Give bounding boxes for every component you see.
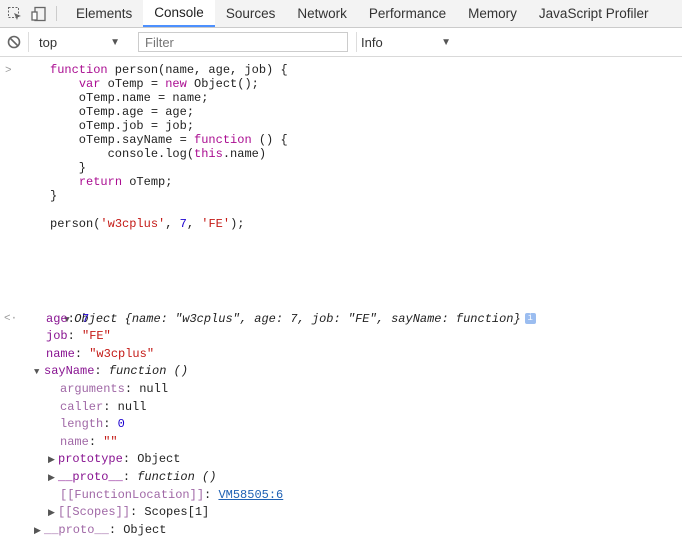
property-key: [[FunctionLocation]] xyxy=(60,487,205,502)
devtools-tabbar: Elements Console Sources Network Perform… xyxy=(0,0,682,28)
chevron-down-icon: ▼ xyxy=(110,36,120,48)
tab-memory[interactable]: Memory xyxy=(457,0,528,27)
property-value: function () xyxy=(108,364,189,379)
property-value: function () xyxy=(137,469,217,484)
code-line: person('w3cplus', 7, 'FE'); xyxy=(50,217,245,231)
expand-triangle-icon[interactable]: ▶ xyxy=(48,470,58,488)
property-value: null xyxy=(139,381,169,396)
property-row-prototype[interactable]: ▶ prototype: Object xyxy=(0,451,682,469)
property-row: name: "w3cplus" xyxy=(46,346,155,361)
no-entry-icon xyxy=(7,35,21,49)
entered-code: function person(name, age, job) { var oT… xyxy=(50,63,288,231)
expand-triangle-icon[interactable]: ▶ xyxy=(48,505,58,523)
result-tree: <· ▼ Object {name: "w3cplus", age: 7, job:… xyxy=(0,293,682,539)
property-row: age: 7 xyxy=(46,311,90,326)
property-value: Object xyxy=(137,452,181,467)
expand-triangle-icon[interactable]: ▶ xyxy=(34,523,44,540)
property-value: Scopes[1] xyxy=(144,505,210,520)
property-key: name xyxy=(46,346,75,361)
property-row-proto[interactable]: ▶ __proto__: Object xyxy=(0,522,682,540)
inspect-element-icon[interactable] xyxy=(6,5,24,23)
property-value: Object xyxy=(123,522,167,537)
property-row: arguments: null xyxy=(60,381,169,396)
filter-input[interactable] xyxy=(138,32,348,52)
tab-network[interactable]: Network xyxy=(286,0,358,27)
tab-performance[interactable]: Performance xyxy=(358,0,457,27)
console-toolbar: top ▼ Info ▼ xyxy=(0,28,682,57)
property-key: [[Scopes]] xyxy=(58,505,131,520)
input-prompt-icon: > xyxy=(5,65,12,77)
code-line: oTemp.name = name; xyxy=(50,91,209,105)
property-row-scopes[interactable]: ▶ [[Scopes]]: Scopes[1] xyxy=(0,504,682,522)
log-level-selector[interactable]: Info ▼ xyxy=(356,32,455,52)
code-line: } xyxy=(50,161,87,175)
property-key: name xyxy=(60,434,89,449)
property-value: 7 xyxy=(82,311,90,326)
tabbar-separator xyxy=(56,6,57,21)
property-key: __proto__ xyxy=(58,469,123,484)
property-key: age xyxy=(46,311,68,326)
tab-javascript-profiler[interactable]: JavaScript Profiler xyxy=(528,0,660,27)
property-row-fn-proto[interactable]: ▶ __proto__: function () xyxy=(0,469,682,487)
log-level-value: Info xyxy=(361,34,383,50)
property-row-sayname[interactable]: ▼ sayName: function () xyxy=(0,363,682,381)
context-selector[interactable]: top ▼ xyxy=(28,32,128,52)
tab-elements[interactable]: Elements xyxy=(65,0,143,27)
expand-triangle-icon[interactable]: ▼ xyxy=(34,364,44,382)
result-summary-row[interactable]: <· ▼ Object {name: "w3cplus", age: 7, job:… xyxy=(0,293,682,326)
code-line: oTemp.age = age; xyxy=(50,105,195,119)
code-line: return oTemp; xyxy=(78,175,173,189)
code-line: console.log(this.name) xyxy=(50,147,267,161)
property-value: "FE" xyxy=(82,329,111,344)
tab-sources[interactable]: Sources xyxy=(215,0,287,27)
device-toolbar-icon[interactable] xyxy=(30,5,48,23)
chevron-down-icon: ▼ xyxy=(441,36,451,48)
property-key: __proto__ xyxy=(44,522,109,537)
code-line: var oTemp = new Object(); xyxy=(78,77,259,91)
property-key: length xyxy=(60,417,104,432)
property-row: name: "" xyxy=(60,434,118,449)
property-value: "w3cplus" xyxy=(89,346,155,361)
code-line: function person(name, age, job) { xyxy=(50,63,288,77)
tab-console[interactable]: Console xyxy=(143,0,215,27)
property-key: caller xyxy=(60,399,104,414)
code-line: oTemp.sayName = function () { xyxy=(50,133,288,147)
property-value: "" xyxy=(103,434,118,449)
clear-console-button[interactable] xyxy=(0,35,28,49)
property-value: 0 xyxy=(117,417,125,432)
property-row: length: 0 xyxy=(60,417,125,432)
code-line: oTemp.job = job; xyxy=(50,119,195,133)
source-location-link[interactable]: VM58505:6 xyxy=(218,488,283,502)
property-row-location: [[FunctionLocation]]: VM58505:6 xyxy=(60,487,284,502)
property-key: job xyxy=(46,329,68,344)
property-row: caller: null xyxy=(60,399,147,414)
property-key: sayName xyxy=(44,364,95,379)
context-value: top xyxy=(39,34,58,50)
code-line: } xyxy=(50,189,58,203)
property-key: arguments xyxy=(60,381,125,396)
property-row: job: "FE" xyxy=(46,329,111,344)
property-value: null xyxy=(117,399,147,414)
tool-icons xyxy=(0,0,52,27)
expand-triangle-icon[interactable]: ▶ xyxy=(48,452,58,470)
property-key: prototype xyxy=(58,452,123,467)
